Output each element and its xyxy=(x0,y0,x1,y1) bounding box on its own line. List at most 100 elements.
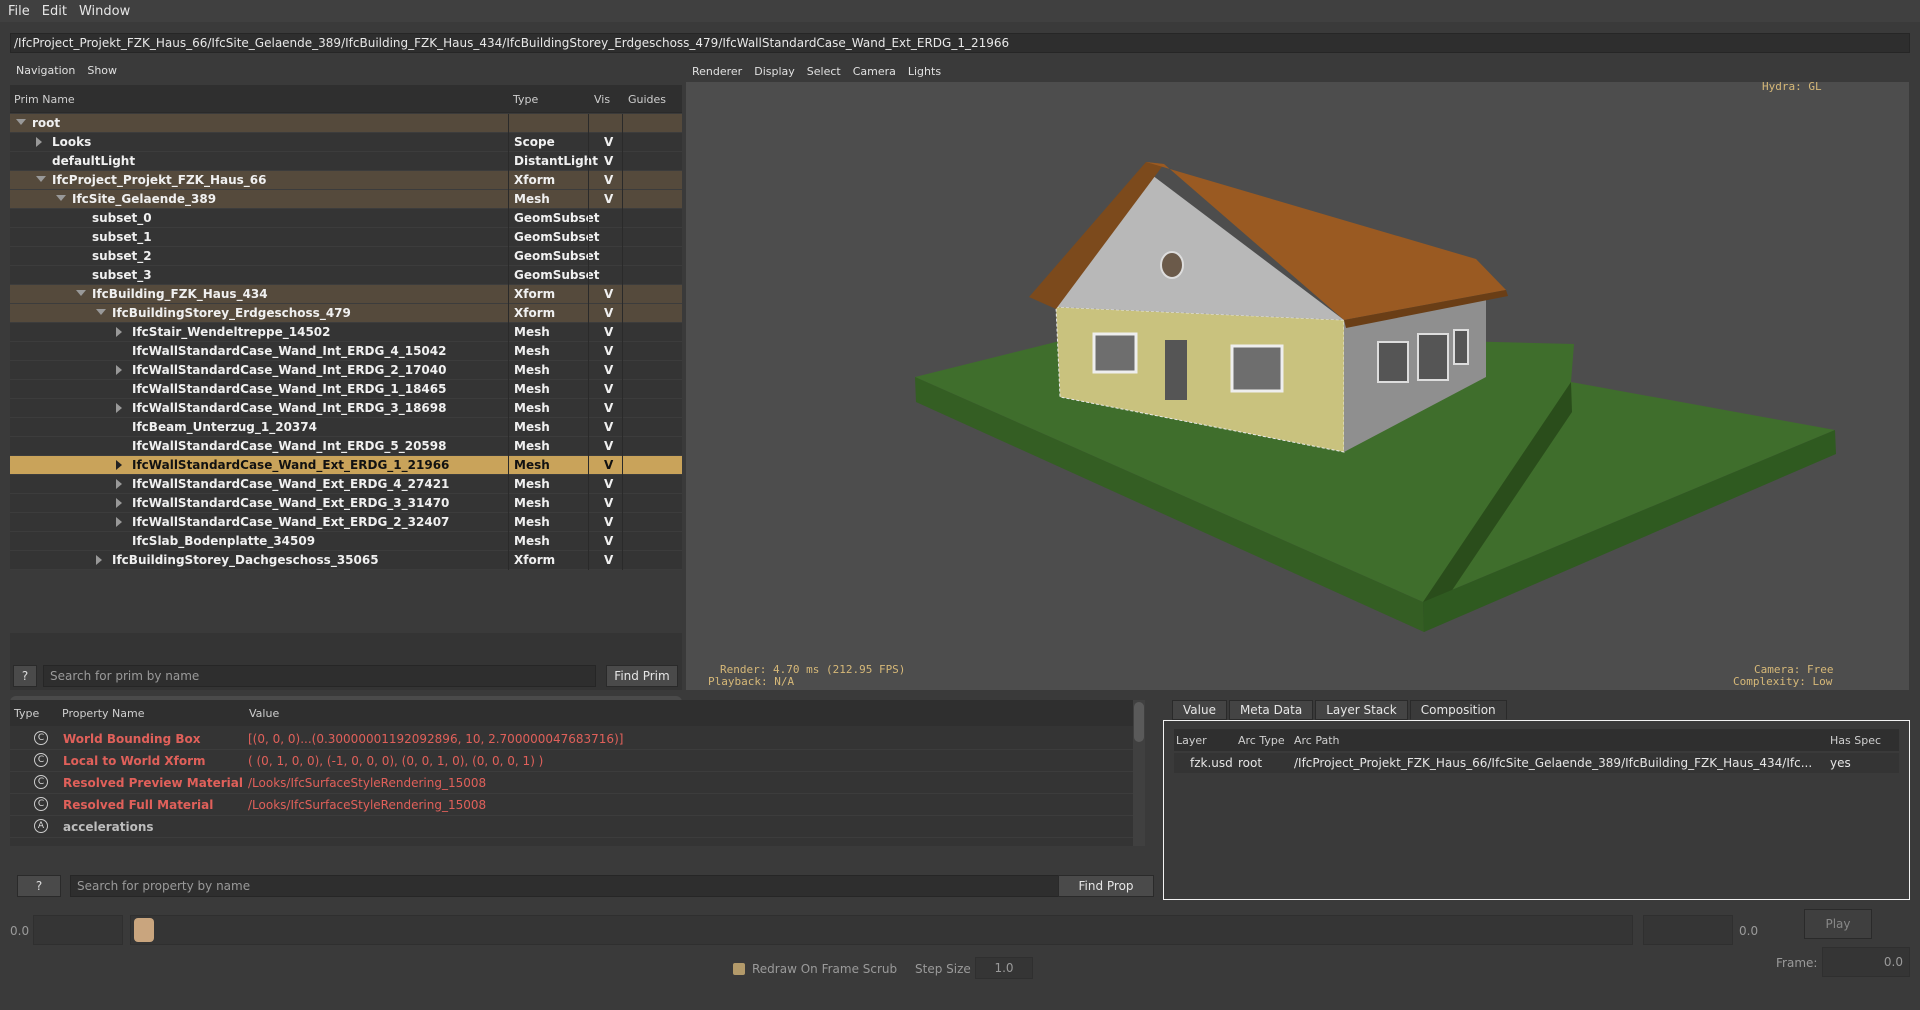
prim-visibility[interactable]: V xyxy=(604,515,613,529)
collapse-arrow-icon[interactable] xyxy=(116,327,122,337)
prim-visibility[interactable]: V xyxy=(604,458,613,472)
collapse-arrow-icon[interactable] xyxy=(96,555,102,565)
frame-field[interactable]: 0.0 xyxy=(1822,947,1910,977)
find-prim-button[interactable]: Find Prim xyxy=(606,665,678,687)
collapse-arrow-icon[interactable] xyxy=(116,365,122,375)
prim-row[interactable]: IfcWallStandardCase_Wand_Int_ERDG_4_1504… xyxy=(10,342,682,361)
prim-row[interactable]: IfcBuilding_FZK_Haus_434 Xform V xyxy=(10,285,682,304)
menu-edit[interactable]: Edit xyxy=(42,4,67,19)
prim-visibility[interactable]: V xyxy=(604,477,613,491)
property-scrollbar[interactable] xyxy=(1133,700,1145,846)
prim-row[interactable]: IfcWallStandardCase_Wand_Ext_ERDG_1_2196… xyxy=(10,456,682,475)
prim-help-button[interactable]: ? xyxy=(13,665,37,687)
prim-row[interactable]: IfcBuildingStorey_Erdgeschoss_479 Xform V xyxy=(10,304,682,323)
property-scrollbar-thumb[interactable] xyxy=(1134,702,1144,742)
prim-visibility[interactable]: V xyxy=(604,363,613,377)
collapse-arrow-icon[interactable] xyxy=(116,403,122,413)
play-button[interactable]: Play xyxy=(1804,909,1872,939)
prim-search-input[interactable]: Search for prim by name xyxy=(43,665,596,687)
column-value[interactable]: Value xyxy=(249,707,279,720)
prim-row[interactable]: IfcWallStandardCase_Wand_Int_ERDG_3_1869… xyxy=(10,399,682,418)
expand-arrow-icon[interactable] xyxy=(36,176,46,182)
prim-visibility[interactable]: V xyxy=(604,173,613,187)
menu-navigation[interactable]: Navigation xyxy=(16,64,75,77)
expand-arrow-icon[interactable] xyxy=(76,290,86,296)
column-type[interactable]: Type xyxy=(14,707,39,720)
expand-arrow-icon[interactable] xyxy=(56,195,66,201)
tab-meta-data[interactable]: Meta Data xyxy=(1228,700,1314,720)
viewport[interactable]: Renderer Display Select Camera Lights Hy… xyxy=(686,60,1909,690)
prim-row[interactable]: IfcWallStandardCase_Wand_Ext_ERDG_4_2742… xyxy=(10,475,682,494)
prim-row[interactable]: IfcBeam_Unterzug_1_20374 Mesh V xyxy=(10,418,682,437)
prim-row[interactable]: IfcProject_Projekt_FZK_Haus_66 Xform V xyxy=(10,171,682,190)
prim-row[interactable]: root xyxy=(10,114,682,133)
prim-row[interactable]: subset_3 GeomSubset xyxy=(10,266,682,285)
column-vis[interactable]: Vis xyxy=(594,93,610,106)
collapse-arrow-icon[interactable] xyxy=(116,479,122,489)
collapse-arrow-icon[interactable] xyxy=(36,137,42,147)
prim-row[interactable]: IfcSlab_Bodenplatte_34509 Mesh V xyxy=(10,532,682,551)
prim-row[interactable]: IfcSite_Gelaende_389 Mesh V xyxy=(10,190,682,209)
column-layer[interactable]: Layer xyxy=(1176,734,1207,747)
prim-visibility[interactable]: V xyxy=(604,135,613,149)
tab-value[interactable]: Value xyxy=(1172,700,1227,720)
prim-row[interactable]: IfcWallStandardCase_Wand_Int_ERDG_2_1704… xyxy=(10,361,682,380)
tab-layer-stack[interactable]: Layer Stack xyxy=(1315,700,1408,720)
prim-visibility[interactable]: V xyxy=(604,553,613,567)
prim-visibility[interactable]: V xyxy=(604,420,613,434)
prim-row[interactable]: subset_2 GeomSubset xyxy=(10,247,682,266)
house-render[interactable] xyxy=(686,82,1909,690)
collapse-arrow-icon[interactable] xyxy=(116,498,122,508)
prim-row[interactable]: IfcWallStandardCase_Wand_Ext_ERDG_2_3240… xyxy=(10,513,682,532)
frame-slider[interactable] xyxy=(130,915,1633,945)
menu-select[interactable]: Select xyxy=(807,65,841,78)
menu-renderer[interactable]: Renderer xyxy=(692,65,742,78)
column-arc-type[interactable]: Arc Type xyxy=(1238,734,1285,747)
end-frame-field[interactable] xyxy=(1643,915,1733,945)
prim-visibility[interactable]: V xyxy=(604,534,613,548)
expand-arrow-icon[interactable] xyxy=(16,119,26,125)
step-size-field[interactable]: 1.0 xyxy=(975,957,1033,979)
prim-path-field[interactable]: /IfcProject_Projekt_FZK_Haus_66/IfcSite_… xyxy=(10,33,1910,53)
prim-visibility[interactable]: V xyxy=(604,325,613,339)
column-prim-name[interactable]: Prim Name xyxy=(14,93,75,106)
tab-composition[interactable]: Composition xyxy=(1409,700,1507,720)
property-row[interactable]: C Local to World Xform ( (0, 1, 0, 0), (-1… xyxy=(10,750,1135,772)
property-row[interactable]: Aaccelerations xyxy=(10,816,1135,838)
start-frame-field[interactable] xyxy=(33,915,123,945)
prim-row[interactable]: defaultLight DistantLight V xyxy=(10,152,682,171)
table-row[interactable]: fzk.usd root /IfcProject_Projekt_FZK_Hau… xyxy=(1174,753,1899,773)
prim-row[interactable]: IfcWallStandardCase_Wand_Int_ERDG_5_2059… xyxy=(10,437,682,456)
prim-row[interactable]: IfcStair_Wendeltreppe_14502 Mesh V xyxy=(10,323,682,342)
column-guides[interactable]: Guides xyxy=(628,93,666,106)
prim-row[interactable]: subset_0 GeomSubset xyxy=(10,209,682,228)
prim-row[interactable]: Looks Scope V xyxy=(10,133,682,152)
menu-display[interactable]: Display xyxy=(754,65,795,78)
menu-file[interactable]: File xyxy=(8,4,30,19)
prim-row[interactable]: subset_1 GeomSubset xyxy=(10,228,682,247)
redraw-checkbox[interactable] xyxy=(733,963,745,975)
frame-slider-handle[interactable] xyxy=(134,918,154,942)
find-prop-button[interactable]: Find Prop xyxy=(1058,875,1154,897)
prim-visibility[interactable]: V xyxy=(604,439,613,453)
column-type[interactable]: Type xyxy=(513,93,538,106)
prim-visibility[interactable]: V xyxy=(604,306,613,320)
property-row[interactable]: C World Bounding Box [(0, 0, 0)...(0.30000… xyxy=(10,728,1135,750)
prim-visibility[interactable]: V xyxy=(604,192,613,206)
property-row[interactable]: C Resolved Preview Material/Looks/IfcSurf… xyxy=(10,772,1135,794)
prim-row[interactable]: IfcWallStandardCase_Wand_Int_ERDG_1_1846… xyxy=(10,380,682,399)
menu-camera[interactable]: Camera xyxy=(853,65,896,78)
prim-visibility[interactable]: V xyxy=(604,287,613,301)
property-row[interactable]: C Resolved Full Material/Looks/IfcSurface… xyxy=(10,794,1135,816)
collapse-arrow-icon[interactable] xyxy=(116,460,122,470)
prim-visibility[interactable]: V xyxy=(604,382,613,396)
column-has-spec[interactable]: Has Spec xyxy=(1830,734,1881,747)
prim-visibility[interactable]: V xyxy=(604,344,613,358)
menu-show[interactable]: Show xyxy=(87,64,117,77)
menu-window[interactable]: Window xyxy=(79,4,130,19)
column-property-name[interactable]: Property Name xyxy=(62,707,145,720)
prim-row[interactable]: IfcWallStandardCase_Wand_Ext_ERDG_3_3147… xyxy=(10,494,682,513)
column-arc-path[interactable]: Arc Path xyxy=(1294,734,1340,747)
prim-visibility[interactable]: V xyxy=(604,496,613,510)
property-search-input[interactable]: Search for property by name xyxy=(70,875,1060,897)
